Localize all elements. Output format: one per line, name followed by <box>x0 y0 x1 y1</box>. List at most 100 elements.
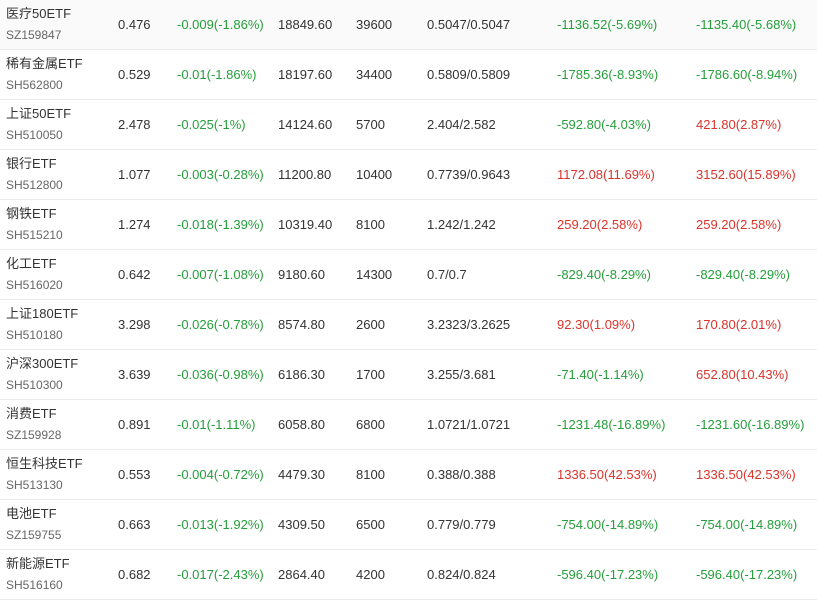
day-profit-loss: 1336.50(42.53%) <box>557 467 657 482</box>
cost-price: 0.7/0.7 <box>427 267 467 282</box>
day-profit-loss: -71.40(-1.14%) <box>557 367 644 382</box>
day-profit-loss: -1785.36(-8.93%) <box>557 67 659 82</box>
etf-name-cell[interactable]: 医疗50ETF SZ159847 <box>6 0 111 49</box>
etf-name-cell[interactable]: 化工ETF SH516020 <box>6 250 111 299</box>
etf-name-cell[interactable]: 电池ETF SZ159755 <box>6 500 111 549</box>
market-value: 8574.80 <box>278 317 325 332</box>
holding-quantity: 6800 <box>356 417 385 432</box>
etf-code: SH516160 <box>6 578 63 592</box>
price-change: -0.004(-0.72%) <box>177 467 264 482</box>
table-row[interactable]: 恒生科技ETF SH513130 0.553 -0.004(-0.72%) 4479.3… <box>0 450 817 500</box>
day-profit-loss: 92.30(1.09%) <box>557 317 636 332</box>
table-row[interactable]: 上证180ETF SH510180 3.298 -0.026(-0.78%) 8574.… <box>0 300 817 350</box>
etf-name[interactable]: 沪深300ETF <box>6 356 78 372</box>
total-profit-loss: -754.00(-14.89%) <box>696 517 798 532</box>
total-profit-loss: 652.80(10.43%) <box>696 367 789 382</box>
total-profit-loss: 170.80(2.01%) <box>696 317 782 332</box>
market-value: 10319.40 <box>278 217 333 232</box>
total-profit-loss: 421.80(2.87%) <box>696 117 782 132</box>
table-row[interactable]: 上证50ETF SH510050 2.478 -0.025(-1%) 14124.60 5… <box>0 100 817 150</box>
etf-name-cell[interactable]: 钢铁ETF SH515210 <box>6 200 111 249</box>
cost-price: 3.255/3.681 <box>427 367 496 382</box>
price-change: -0.025(-1%) <box>177 117 246 132</box>
day-profit-loss: -596.40(-17.23%) <box>557 567 659 582</box>
etf-name[interactable]: 新能源ETF <box>6 556 70 572</box>
total-profit-loss: -1135.40(-5.68%) <box>696 17 797 32</box>
etf-name[interactable]: 上证180ETF <box>6 306 78 322</box>
total-profit-loss: 1336.50(42.53%) <box>696 467 796 482</box>
etf-name[interactable]: 化工ETF <box>6 256 57 272</box>
etf-code: SH510300 <box>6 378 63 392</box>
cost-price: 0.5047/0.5047 <box>427 17 511 32</box>
holding-quantity: 5700 <box>356 117 385 132</box>
etf-name[interactable]: 恒生科技ETF <box>6 456 83 472</box>
etf-name-cell[interactable]: 新能源ETF SH516160 <box>6 550 111 599</box>
holding-quantity: 8100 <box>356 217 385 232</box>
cost-price: 1.242/1.242 <box>427 217 496 232</box>
table-row[interactable]: 医疗50ETF SZ159847 0.476 -0.009(-1.86%) 18849.… <box>0 0 817 50</box>
table-row[interactable]: 新能源ETF SH516160 0.682 -0.017(-2.43%) 2864.40… <box>0 550 817 600</box>
market-value: 11200.80 <box>278 167 332 182</box>
cost-price: 0.5809/0.5809 <box>427 67 511 82</box>
price-change: -0.01(-1.11%) <box>177 417 256 432</box>
current-price: 2.478 <box>118 117 151 132</box>
etf-code: SH512800 <box>6 178 63 192</box>
etf-code: SH516020 <box>6 278 63 292</box>
day-profit-loss: -829.40(-8.29%) <box>557 267 651 282</box>
total-profit-loss: -1786.60(-8.94%) <box>696 67 798 82</box>
price-change: -0.007(-1.08%) <box>177 267 264 282</box>
etf-name-cell[interactable]: 沪深300ETF SH510300 <box>6 350 111 399</box>
day-profit-loss: -1136.52(-5.69%) <box>557 17 658 32</box>
holding-quantity: 4200 <box>356 567 385 582</box>
market-value: 4479.30 <box>278 467 325 482</box>
etf-name-cell[interactable]: 消费ETF SZ159928 <box>6 400 111 449</box>
table-row[interactable]: 稀有金属ETF SH562800 0.529 -0.01(-1.86%) 18197.6… <box>0 50 817 100</box>
table-row[interactable]: 电池ETF SZ159755 0.663 -0.013(-1.92%) 4309.50 6… <box>0 500 817 550</box>
market-value: 6186.30 <box>278 367 325 382</box>
table-row[interactable]: 沪深300ETF SH510300 3.639 -0.036(-0.98%) 6186.… <box>0 350 817 400</box>
day-profit-loss: -754.00(-14.89%) <box>557 517 659 532</box>
market-value: 4309.50 <box>278 517 325 532</box>
current-price: 1.077 <box>118 167 151 182</box>
cost-price: 0.7739/0.9643 <box>427 167 511 182</box>
cost-price: 3.2323/3.2625 <box>427 317 511 332</box>
market-value: 14124.60 <box>278 117 333 132</box>
price-change: -0.018(-1.39%) <box>177 217 264 232</box>
etf-name[interactable]: 上证50ETF <box>6 106 71 122</box>
current-price: 0.476 <box>118 17 151 32</box>
etf-name-cell[interactable]: 稀有金属ETF SH562800 <box>6 50 111 99</box>
etf-name[interactable]: 医疗50ETF <box>6 6 71 22</box>
etf-code: SZ159755 <box>6 528 62 542</box>
total-profit-loss: 259.20(2.58%) <box>696 217 782 232</box>
current-price: 0.682 <box>118 567 151 582</box>
table-row[interactable]: 化工ETF SH516020 0.642 -0.007(-1.08%) 9180.60 1… <box>0 250 817 300</box>
current-price: 0.663 <box>118 517 151 532</box>
current-price: 0.891 <box>118 417 151 432</box>
price-change: -0.009(-1.86%) <box>177 17 264 32</box>
total-profit-loss: -1231.60(-16.89%) <box>696 417 805 432</box>
day-profit-loss: -592.80(-4.03%) <box>557 117 651 132</box>
cost-price: 2.404/2.582 <box>427 117 496 132</box>
table-row[interactable]: 消费ETF SZ159928 0.891 -0.01(-1.11%) 6058.80 68… <box>0 400 817 450</box>
etf-name-cell[interactable]: 恒生科技ETF SH513130 <box>6 450 111 499</box>
table-row[interactable]: 钢铁ETF SH515210 1.274 -0.018(-1.39%) 10319.40… <box>0 200 817 250</box>
etf-name[interactable]: 稀有金属ETF <box>6 56 83 72</box>
holding-quantity: 39600 <box>356 17 393 32</box>
table-row[interactable]: 银行ETF SH512800 1.077 -0.003(-0.28%) 11200.80… <box>0 150 817 200</box>
etf-name[interactable]: 电池ETF <box>6 506 57 522</box>
etf-name[interactable]: 消费ETF <box>6 406 57 422</box>
total-profit-loss: -596.40(-17.23%) <box>696 567 798 582</box>
etf-name-cell[interactable]: 上证50ETF SH510050 <box>6 100 111 149</box>
market-value: 9180.60 <box>278 267 325 282</box>
etf-name-cell[interactable]: 银行ETF SH512800 <box>6 150 111 199</box>
current-price: 1.274 <box>118 217 151 232</box>
etf-name[interactable]: 银行ETF <box>6 156 57 172</box>
etf-code: SH515210 <box>6 228 63 242</box>
market-value: 6058.80 <box>278 417 325 432</box>
current-price: 3.298 <box>118 317 151 332</box>
current-price: 0.529 <box>118 67 151 82</box>
etf-name[interactable]: 钢铁ETF <box>6 206 57 222</box>
market-value: 2864.40 <box>278 567 325 582</box>
etf-name-cell[interactable]: 上证180ETF SH510180 <box>6 300 111 349</box>
etf-code: SH510050 <box>6 128 63 142</box>
